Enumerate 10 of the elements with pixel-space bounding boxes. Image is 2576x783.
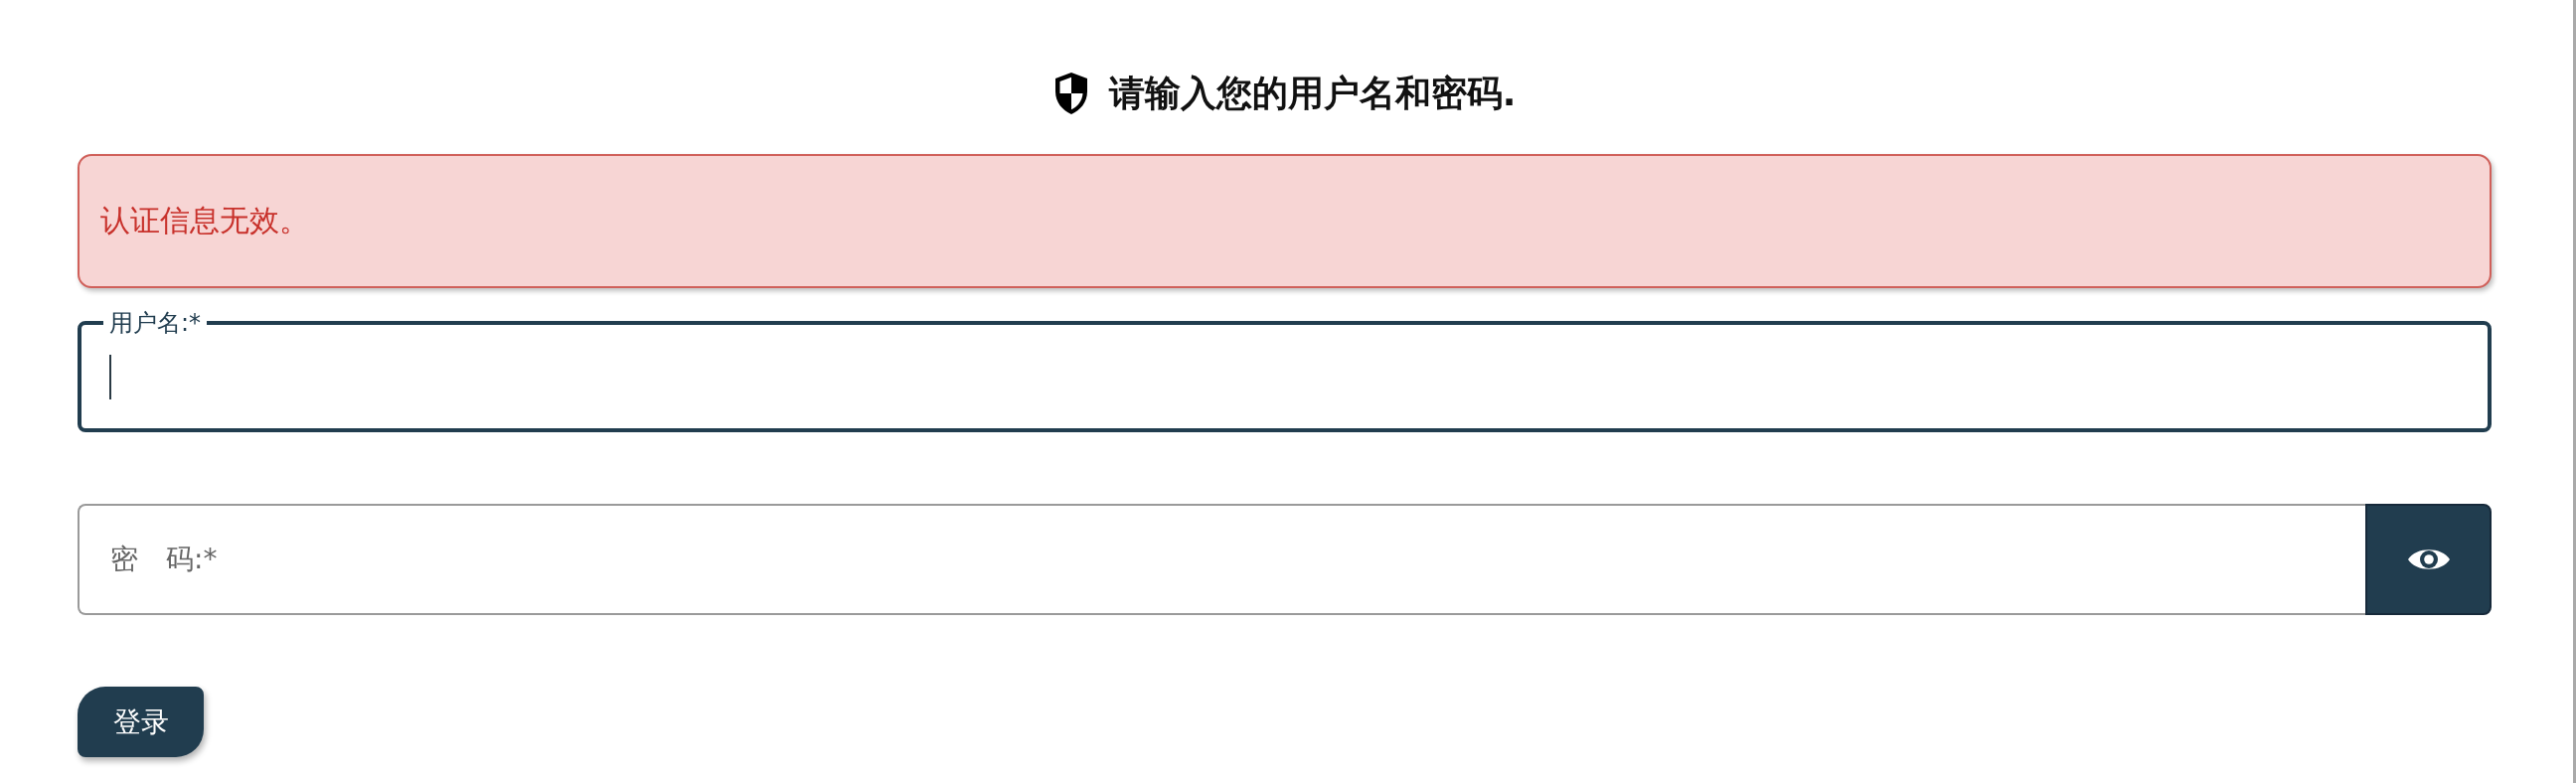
field-label: 用户名:* — [108, 309, 203, 337]
input-field[interactable]: 用户名:* — [78, 309, 2492, 432]
alert-message: 认证信息无效。 — [100, 202, 309, 239]
input-field[interactable]: 密 码:* — [78, 504, 2365, 615]
shield-icon — [1052, 72, 1089, 115]
text-cursor-icon — [109, 354, 111, 399]
show-password-button[interactable] — [2365, 504, 2492, 615]
field-label: 密 码:* — [110, 542, 218, 577]
login-button[interactable]: 登录 — [78, 687, 204, 757]
page-title: 请输入您的用户名和密码. — [1108, 71, 1517, 115]
